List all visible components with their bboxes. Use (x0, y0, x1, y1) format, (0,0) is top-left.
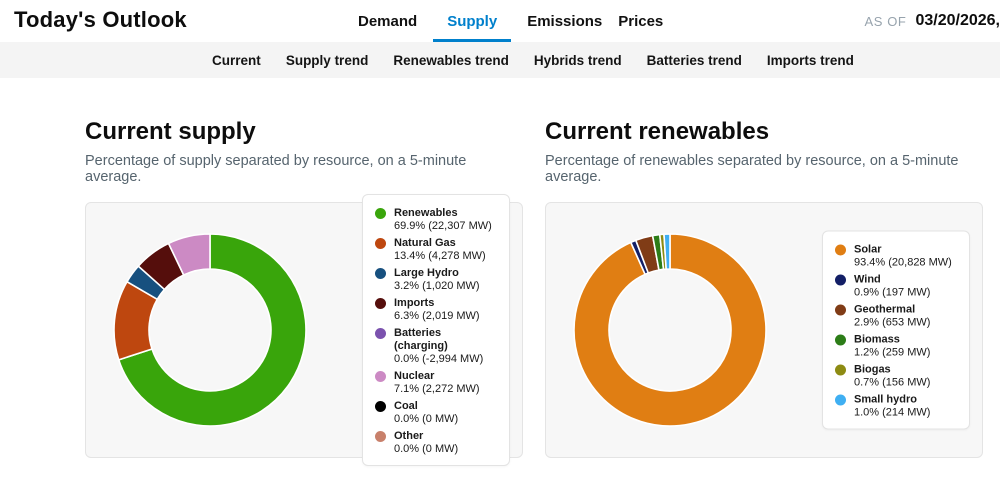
legend-name: Geothermal (854, 304, 930, 317)
legend-name: Imports (394, 297, 480, 310)
legend-value: 7.1% (2,272 MW) (394, 383, 480, 396)
legend-value: 1.2% (259 MW) (854, 347, 930, 360)
legend-item-large-hydro[interactable]: Large Hydro3.2% (1,020 MW) (375, 267, 497, 293)
legend-name: Coal (394, 400, 458, 413)
legend-value: 13.4% (4,278 MW) (394, 250, 486, 263)
current-renewables-subtitle: Percentage of renewables separated by re… (545, 153, 983, 185)
legend-name: Large Hydro (394, 267, 480, 280)
legend-name: Other (394, 430, 458, 443)
current-supply-section: Current supply Percentage of supply sepa… (85, 118, 523, 458)
legend-item-small-hydro[interactable]: Small hydro1.0% (214 MW) (835, 394, 957, 420)
legend-name: Biomass (854, 334, 930, 347)
nav-tab-emissions[interactable]: Emissions (527, 0, 602, 42)
as-of: AS OF 03/20/2026, (864, 0, 1000, 42)
legend-value: 93.4% (20,828 MW) (854, 257, 952, 270)
legend-name: Nuclear (394, 370, 480, 383)
legend-color-dot (375, 238, 386, 249)
current-renewables-title: Current renewables (545, 118, 983, 146)
legend-item-wind[interactable]: Wind0.9% (197 MW) (835, 274, 957, 300)
current-renewables-chart-panel: Solar93.4% (20,828 MW) Wind0.9% (197 MW) G… (545, 202, 983, 458)
legend-item-biomass[interactable]: Biomass1.2% (259 MW) (835, 334, 957, 360)
legend-color-dot (375, 208, 386, 219)
subnav-imports-trend[interactable]: Imports trend (767, 53, 854, 68)
legend-name: Small hydro (854, 394, 930, 407)
current-supply-title: Current supply (85, 118, 523, 146)
subnav-hybrids-trend[interactable]: Hybrids trend (534, 53, 622, 68)
legend-color-dot (835, 395, 846, 406)
legend-name: Renewables (394, 207, 492, 220)
legend-item-biogas[interactable]: Biogas0.7% (156 MW) (835, 364, 957, 390)
legend-value: 2.9% (653 MW) (854, 317, 930, 330)
legend-item-geothermal[interactable]: Geothermal2.9% (653 MW) (835, 304, 957, 330)
supply-subnav: Current Supply trend Renewables trend Hy… (0, 42, 1000, 78)
legend-color-dot (835, 305, 846, 316)
subnav-batteries-trend[interactable]: Batteries trend (647, 53, 742, 68)
current-renewables-section: Current renewables Percentage of renewab… (545, 118, 983, 458)
legend-value: 69.9% (22,307 MW) (394, 220, 492, 233)
legend-item-batteries-charging[interactable]: Batteries (charging)0.0% (-2,994 MW) (375, 327, 497, 366)
legend-value: 1.0% (214 MW) (854, 407, 930, 420)
as-of-date: 03/20/2026, (915, 12, 1000, 30)
legend-color-dot (375, 371, 386, 382)
legend-item-other[interactable]: Other0.0% (0 MW) (375, 430, 497, 456)
legend-value: 0.7% (156 MW) (854, 377, 930, 390)
subnav-current[interactable]: Current (212, 53, 261, 68)
subnav-renewables-trend[interactable]: Renewables trend (393, 53, 509, 68)
main-nav: Demand Supply Emissions Prices (358, 0, 663, 42)
legend-color-dot (375, 401, 386, 412)
legend-item-nuclear[interactable]: Nuclear7.1% (2,272 MW) (375, 370, 497, 396)
legend-color-dot (375, 328, 386, 339)
subnav-supply-trend[interactable]: Supply trend (286, 53, 369, 68)
legend-item-natural-gas[interactable]: Natural Gas13.4% (4,278 MW) (375, 237, 497, 263)
nav-tab-supply[interactable]: Supply (433, 0, 511, 42)
current-supply-donut-chart (112, 232, 308, 428)
legend-color-dot (835, 245, 846, 256)
legend-value: 0.0% (0 MW) (394, 413, 458, 426)
legend-value: 6.3% (2,019 MW) (394, 310, 480, 323)
main-content: Current supply Percentage of supply sepa… (0, 78, 1000, 458)
legend-color-dot (375, 298, 386, 309)
legend-value: 0.9% (197 MW) (854, 287, 930, 300)
legend-color-dot (375, 431, 386, 442)
legend-value: 0.0% (-2,994 MW) (394, 353, 497, 366)
nav-tab-prices[interactable]: Prices (618, 0, 663, 42)
legend-name: Batteries (charging) (394, 327, 497, 353)
as-of-label: AS OF (864, 14, 906, 29)
legend-color-dot (835, 335, 846, 346)
current-supply-subtitle: Percentage of supply separated by resour… (85, 153, 523, 185)
nav-tab-demand[interactable]: Demand (358, 0, 417, 42)
app-header: Today's Outlook Demand Supply Emissions … (0, 0, 1000, 42)
legend-name: Solar (854, 244, 952, 257)
legend-color-dot (835, 365, 846, 376)
legend-item-imports[interactable]: Imports6.3% (2,019 MW) (375, 297, 497, 323)
legend-name: Natural Gas (394, 237, 486, 250)
current-supply-chart-panel: Renewables69.9% (22,307 MW) Natural Gas13… (85, 202, 523, 458)
current-supply-legend: Renewables69.9% (22,307 MW) Natural Gas13… (362, 194, 510, 466)
legend-color-dot (835, 275, 846, 286)
legend-value: 3.2% (1,020 MW) (394, 280, 480, 293)
legend-item-solar[interactable]: Solar93.4% (20,828 MW) (835, 244, 957, 270)
legend-name: Biogas (854, 364, 930, 377)
legend-name: Wind (854, 274, 930, 287)
legend-item-coal[interactable]: Coal0.0% (0 MW) (375, 400, 497, 426)
legend-item-renewables[interactable]: Renewables69.9% (22,307 MW) (375, 207, 497, 233)
page-title: Today's Outlook (14, 7, 187, 33)
legend-color-dot (375, 268, 386, 279)
legend-value: 0.0% (0 MW) (394, 443, 458, 456)
current-renewables-donut-chart (572, 232, 768, 428)
current-renewables-legend: Solar93.4% (20,828 MW) Wind0.9% (197 MW) G… (822, 231, 970, 430)
